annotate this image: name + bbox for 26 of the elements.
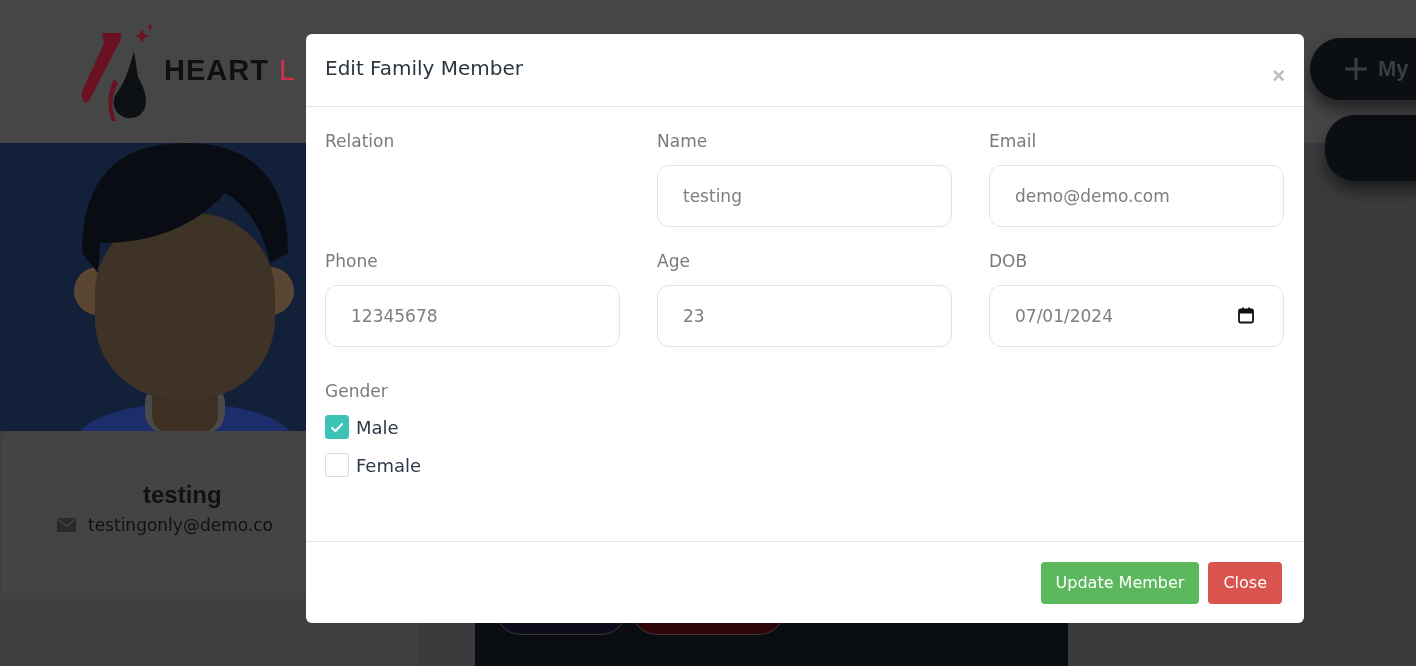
checkbox[interactable] xyxy=(325,415,349,439)
envelope-icon xyxy=(57,518,76,532)
calendar-icon[interactable] xyxy=(1238,307,1254,324)
checkbox-label[interactable]: Male xyxy=(356,416,399,438)
field-label: DOB xyxy=(989,251,1029,271)
input-field[interactable]: demo@demo.com xyxy=(989,165,1284,227)
checkbox[interactable] xyxy=(325,453,349,477)
field-label: Phone xyxy=(325,251,379,271)
dialog-title: Edit Family Member xyxy=(325,56,524,80)
add-button[interactable] xyxy=(1325,115,1416,181)
update-button[interactable]: Update Member xyxy=(1040,561,1200,604)
input-field[interactable]: 23 xyxy=(657,285,952,347)
plus-icon xyxy=(1344,57,1368,81)
input-field[interactable]: testing xyxy=(657,165,952,227)
checkbox-label[interactable]: Female xyxy=(356,454,422,476)
field-label: Name xyxy=(657,131,709,151)
date-field[interactable]: 07/01/2024 xyxy=(989,285,1284,347)
field-label: Gender xyxy=(325,381,389,401)
logo-text: HEART xyxy=(164,54,269,87)
close-button[interactable]: Close xyxy=(1208,561,1282,604)
field-label: Email xyxy=(989,131,1038,151)
field-label: Relation xyxy=(325,131,396,151)
field-label: Age xyxy=(657,251,691,271)
input-field[interactable]: 12345678 xyxy=(325,285,620,347)
logo-text: L xyxy=(278,54,296,87)
check-icon xyxy=(330,421,344,433)
